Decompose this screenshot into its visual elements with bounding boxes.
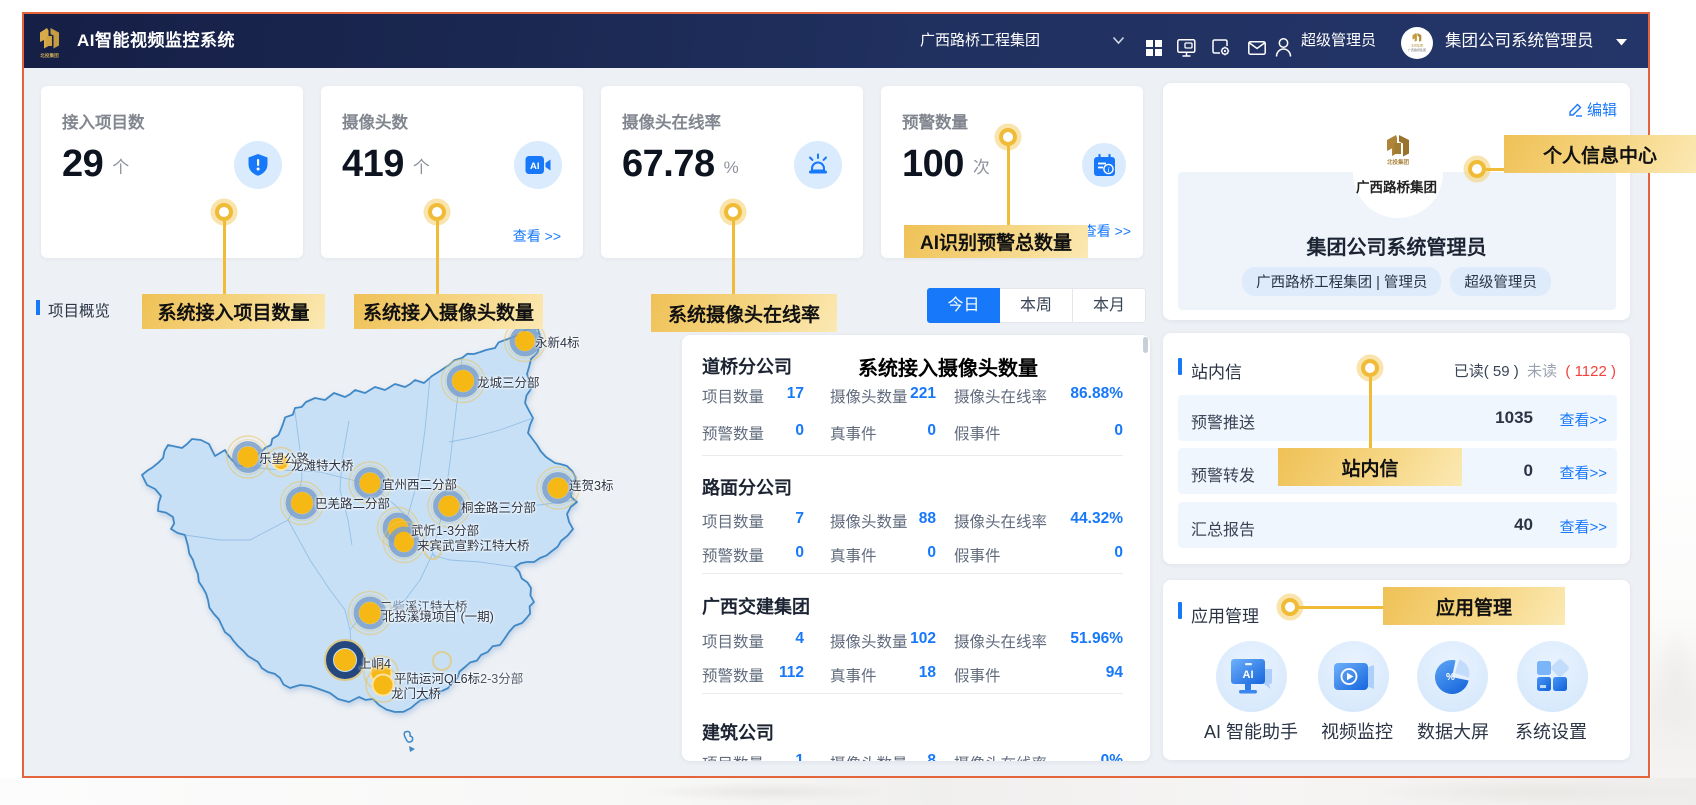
svg-text:北投集团: 北投集团 [40, 52, 59, 59]
svg-text:广西路桥集团: 广西路桥集团 [1408, 47, 1426, 52]
svg-text:AI: AI [530, 161, 540, 172]
svg-text:北投集团: 北投集团 [1387, 158, 1410, 165]
svg-text:AI: AI [1242, 669, 1253, 681]
svg-text:北投集团: 北投集团 [1411, 43, 1423, 48]
svg-text:i: i [1107, 165, 1109, 174]
svg-text:%: % [1446, 672, 1455, 683]
